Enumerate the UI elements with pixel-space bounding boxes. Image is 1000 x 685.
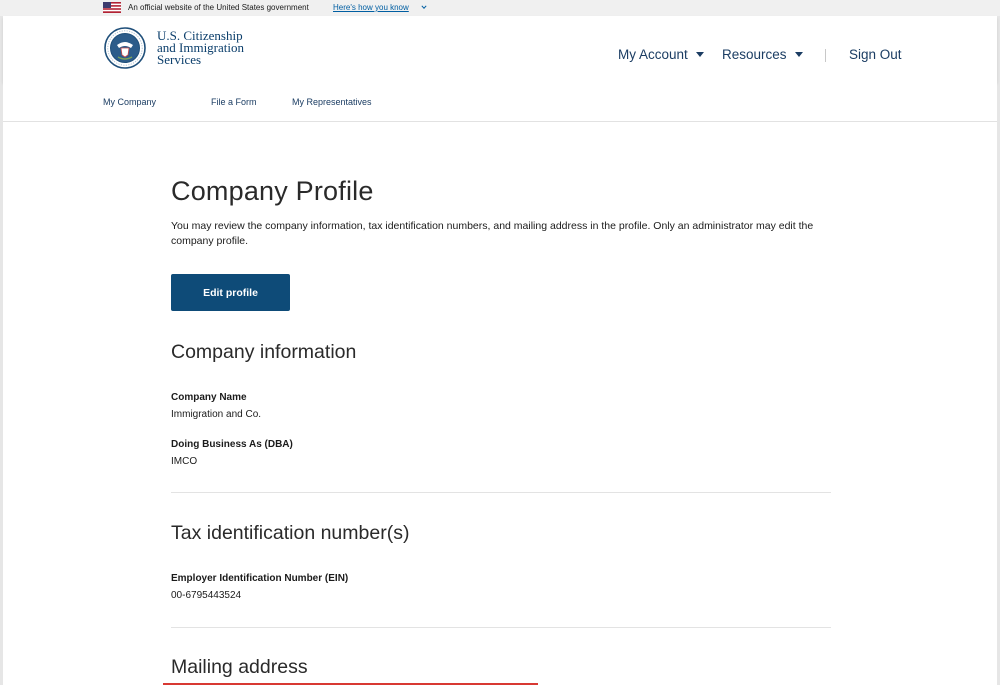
agency-name[interactable]: U.S. Citizenship and Immigration Service… [157,29,244,67]
mailing-address-heading: Mailing address [171,656,308,678]
edit-profile-button[interactable]: Edit profile [171,274,290,311]
gov-banner-text: An official website of the United States… [128,3,309,12]
section-divider [171,627,831,628]
page-title: Company Profile [171,176,374,206]
dhs-seal-icon[interactable] [104,27,146,69]
heres-how-you-know-link[interactable]: Here's how you know [333,3,409,12]
dba-label: Doing Business As (DBA) [171,439,293,450]
us-flag-icon [103,2,121,13]
subnav-item-file-a-form[interactable]: File a Form [211,97,257,107]
nav-divider [825,49,826,62]
caret-down-icon [695,51,704,57]
section-divider [171,492,831,493]
resources-menu[interactable]: Resources [722,47,803,62]
subnav-item-my-representatives[interactable]: My Representatives [292,97,372,107]
tax-identification-heading: Tax identification number(s) [171,522,410,544]
chevron-down-icon[interactable] [421,4,427,10]
my-account-label: My Account [618,47,688,62]
caret-down-icon [794,51,803,57]
subnav-item-my-company[interactable]: My Company [103,97,156,107]
ein-label: Employer Identification Number (EIN) [171,573,349,584]
dba-value: IMCO [171,456,198,467]
company-name-value: Immigration and Co. [171,409,262,420]
company-subnav: My Company File a Form My Representative… [3,82,997,122]
resources-label: Resources [722,47,787,62]
page-intro: You may review the company information, … [171,220,814,247]
company-name-label: Company Name [171,392,247,403]
site-header: U.S. Citizenship and Immigration Service… [3,16,997,82]
company-information-heading: Company information [171,341,357,363]
ein-value: 00-6795443524 [171,590,242,601]
sign-out-link[interactable]: Sign Out [849,47,902,62]
my-account-menu[interactable]: My Account [618,47,704,62]
gov-banner: An official website of the United States… [0,0,1000,16]
agency-name-line-3: Services [157,52,202,67]
